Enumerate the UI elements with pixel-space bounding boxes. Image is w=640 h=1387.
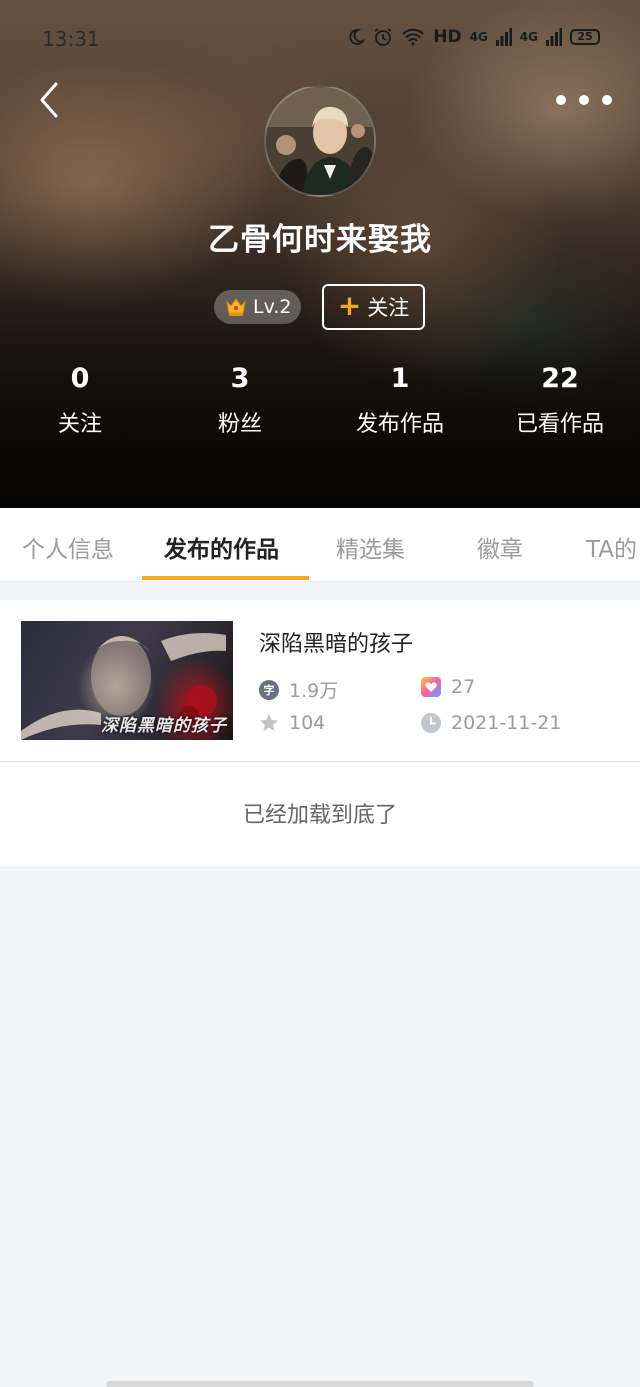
star-icon — [260, 714, 278, 731]
tab-personal-info[interactable]: 个人信息 — [22, 530, 114, 564]
follow-button[interactable]: + 关注 — [322, 284, 425, 330]
level-text: Lv.2 — [253, 296, 292, 318]
signal-icon-2 — [546, 28, 562, 46]
stat-published[interactable]: 1 发布作品 — [320, 360, 480, 450]
status-bar: 13:31 HD 4G 4G 25 — [0, 0, 640, 78]
list-end-note: 已经加载到底了 — [0, 763, 640, 868]
profile-tabs: 个人信息 发布的作品 精选集 徽章 TA的 — [0, 508, 640, 582]
status-time: 13:31 — [42, 27, 100, 51]
signal-2-label: 4G — [519, 30, 538, 44]
signal-icon — [495, 28, 512, 46]
profile-stats: 0 关注 3 粉丝 1 发布作品 22 已看作品 — [0, 360, 640, 450]
stat-label: 粉丝 — [217, 412, 262, 437]
more-icon-dot — [579, 95, 589, 105]
stat-value: 22 — [541, 363, 579, 394]
work-title: 深陷黑暗的孩子 — [259, 632, 414, 657]
more-icon-dot — [556, 95, 566, 105]
avatar-image — [266, 87, 374, 195]
word-count: 字 1.9万 — [259, 676, 338, 703]
plus-icon: + — [337, 288, 362, 322]
follow-label: 关注 — [367, 296, 410, 320]
cover-title-text: 深陷黑暗的孩子 — [101, 716, 227, 736]
work-cover[interactable]: 深陷黑暗的孩子 — [21, 621, 233, 740]
alarm-icon — [374, 28, 392, 46]
publish-date: 2021-11-21 — [421, 712, 561, 734]
publish-date-value: 2021-11-21 — [451, 712, 562, 734]
clock-icon — [421, 713, 441, 733]
status-icons: HD 4G 4G 25 — [347, 27, 600, 47]
tab-published-works[interactable]: 发布的作品 — [164, 530, 279, 564]
battery-indicator: 25 — [570, 29, 600, 45]
more-button[interactable] — [552, 84, 616, 116]
heart-icon — [421, 677, 441, 697]
work-card[interactable]: 深陷黑暗的孩子 深陷黑暗的孩子 字 1.9万 27 104 2021-11-21 — [0, 600, 640, 762]
username: 乙骨何时来娶我 — [208, 222, 432, 258]
wifi-icon — [402, 28, 424, 46]
crown-level-icon — [226, 298, 246, 316]
active-tab-indicator — [142, 576, 309, 580]
star-count: 104 — [259, 712, 325, 734]
word-count-icon: 字 — [259, 679, 279, 700]
stat-value: 0 — [70, 363, 90, 394]
stat-value: 1 — [390, 363, 410, 394]
more-icon-dot — [602, 95, 612, 105]
stat-following[interactable]: 0 关注 — [0, 360, 160, 450]
level-badge[interactable]: Lv.2 — [214, 290, 301, 324]
profile-header: 13:31 HD 4G 4G 25 乙骨何时来娶我 Lv.2 + 关注 0 关注… — [0, 0, 640, 508]
stat-value: 3 — [230, 363, 250, 394]
stat-fans[interactable]: 3 粉丝 — [160, 360, 320, 450]
like-count: 27 — [421, 676, 475, 698]
home-indicator[interactable] — [106, 1381, 534, 1387]
moon-icon — [349, 29, 366, 45]
word-count-value: 1.9万 — [289, 680, 339, 702]
tab-ta[interactable]: TA的 — [586, 530, 637, 564]
like-count-value: 27 — [451, 676, 476, 698]
tab-collections[interactable]: 精选集 — [336, 530, 405, 564]
stat-label: 发布作品 — [355, 412, 444, 437]
signal-1-label: 4G — [469, 30, 488, 44]
tab-badges[interactable]: 徽章 — [477, 530, 523, 564]
avatar[interactable] — [264, 85, 376, 197]
back-arrow-icon — [40, 82, 58, 118]
hd-label: HD — [433, 27, 462, 47]
stat-viewed[interactable]: 22 已看作品 — [480, 360, 640, 450]
stat-label: 关注 — [57, 412, 102, 437]
stat-label: 已看作品 — [515, 412, 604, 437]
back-button[interactable] — [34, 80, 68, 120]
star-count-value: 104 — [289, 712, 326, 734]
